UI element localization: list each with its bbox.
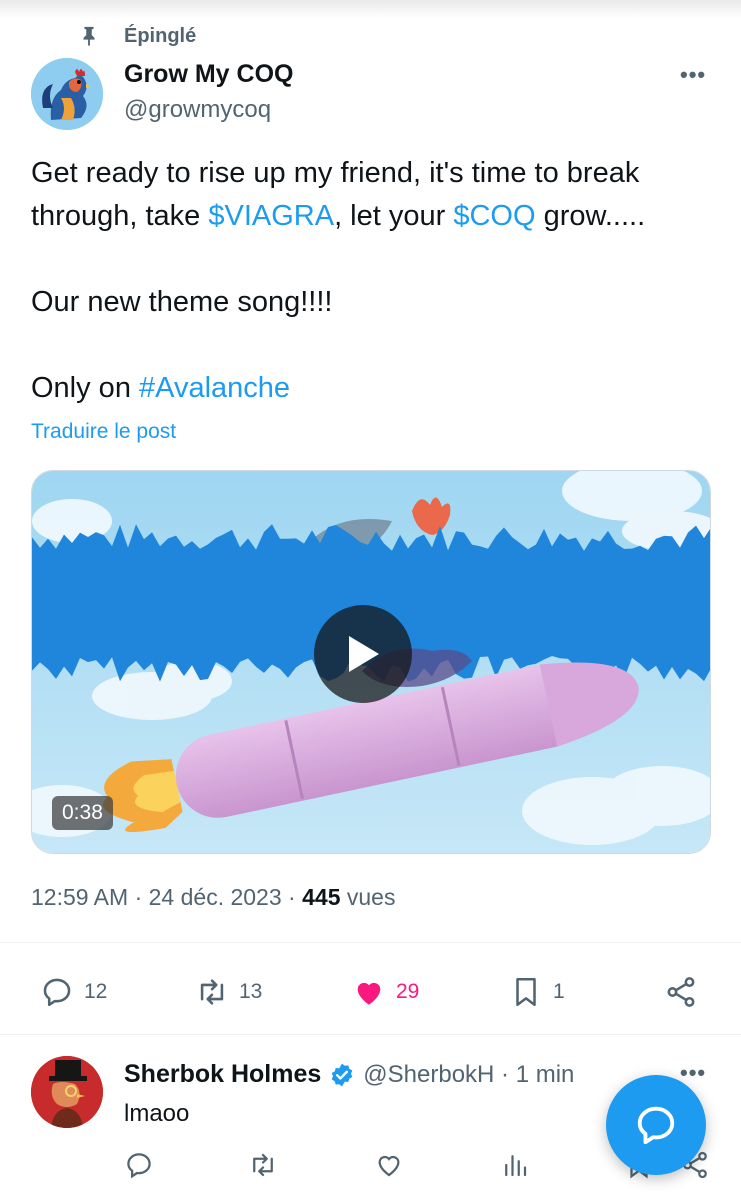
- rooster-tophat-avatar-icon: [31, 1056, 103, 1128]
- reply-header: Sherbok Holmes @SherbokH · 1 min: [124, 1060, 574, 1089]
- reply-views-button[interactable]: [500, 1150, 530, 1185]
- pinned-label: Épinglé: [124, 24, 197, 47]
- reply-like-button[interactable]: [374, 1150, 404, 1185]
- bookmark-button[interactable]: 1: [509, 968, 565, 1016]
- meta-separator: ·: [128, 884, 149, 910]
- bookmark-count: 1: [553, 980, 565, 1003]
- like-count: 29: [396, 980, 420, 1003]
- tweet-date: 24 déc. 2023: [148, 884, 282, 910]
- repost-icon: [253, 1153, 273, 1177]
- views-chart-icon: [505, 1155, 527, 1177]
- reply-button[interactable]: 12: [40, 968, 107, 1016]
- reply-text: lmaoo: [124, 1100, 190, 1127]
- author-name[interactable]: Grow My COQ: [124, 60, 293, 89]
- divider: [0, 1034, 741, 1035]
- tweet-meta: 12:59 AM · 24 déc. 2023 · 445 vues: [31, 884, 395, 911]
- author-handle[interactable]: @growmycoq: [124, 96, 271, 124]
- pin-icon: [83, 26, 95, 47]
- play-icon: [349, 636, 379, 672]
- divider: [0, 942, 741, 943]
- pinned-indicator: Épinglé: [78, 22, 196, 50]
- reply-author-name[interactable]: Sherbok Holmes: [124, 1060, 321, 1089]
- reply-count: 12: [84, 980, 108, 1003]
- verified-badge-icon: [331, 1063, 353, 1086]
- tweet-actions: 12 13 29 1: [0, 968, 741, 1016]
- reply-reply-button[interactable]: [124, 1150, 154, 1185]
- tweet-text-segment: Only on: [31, 372, 139, 404]
- video-duration: 0:38: [52, 796, 113, 830]
- new-reply-fab[interactable]: [606, 1075, 706, 1175]
- tweet-line-2: through, take $VIAGRA, let your $COQ gro…: [31, 195, 711, 238]
- reply-author-avatar[interactable]: [31, 1056, 103, 1128]
- share-icon: [667, 977, 695, 1007]
- heart-icon: [378, 1155, 400, 1177]
- hashtag-avalanche-link[interactable]: #Avalanche: [139, 372, 290, 404]
- reply-author-handle[interactable]: @SherbokH · 1 min: [363, 1061, 574, 1089]
- heart-filled-icon: [357, 982, 381, 1005]
- cashtag-viagra-link[interactable]: $VIAGRA: [208, 200, 334, 232]
- rooster-avatar-icon: [31, 58, 103, 130]
- repost-icon: [200, 979, 224, 1005]
- view-count[interactable]: 445: [302, 884, 340, 910]
- views-label: vues: [346, 884, 396, 910]
- tweet-time: 12:59 AM: [31, 884, 129, 910]
- reply-repost-button[interactable]: [248, 1150, 278, 1185]
- play-button[interactable]: [314, 605, 412, 703]
- more-options-icon[interactable]: •••: [680, 62, 706, 88]
- tweet-line-4: Only on #Avalanche: [31, 367, 711, 410]
- bookmark-icon: [516, 977, 536, 1007]
- reply-more-options-icon[interactable]: •••: [680, 1060, 706, 1086]
- tweet-line-1: Get ready to rise up my friend, it's tim…: [31, 157, 640, 189]
- tweet-text-segment: through, take: [31, 200, 209, 232]
- reply-icon: [43, 978, 71, 1007]
- top-fade: [0, 0, 741, 18]
- meta-separator: ·: [281, 884, 303, 910]
- tweet-text-segment: , let your: [334, 200, 454, 232]
- tweet-line-3: Our new theme song!!!!: [31, 286, 333, 318]
- like-button[interactable]: 29: [352, 968, 419, 1016]
- translate-post-link[interactable]: Traduire le post: [31, 420, 176, 444]
- repost-button[interactable]: 13: [195, 968, 262, 1016]
- chat-bubble-icon: [637, 1106, 675, 1145]
- cashtag-coq-link[interactable]: $COQ: [453, 200, 535, 232]
- tweet-text-segment: grow.....: [535, 200, 646, 232]
- tweet-text: Get ready to rise up my friend, it's tim…: [31, 152, 711, 410]
- share-button[interactable]: [664, 968, 698, 1016]
- reply-icon: [127, 1153, 151, 1179]
- repost-count: 13: [239, 980, 263, 1003]
- author-avatar[interactable]: [31, 58, 103, 130]
